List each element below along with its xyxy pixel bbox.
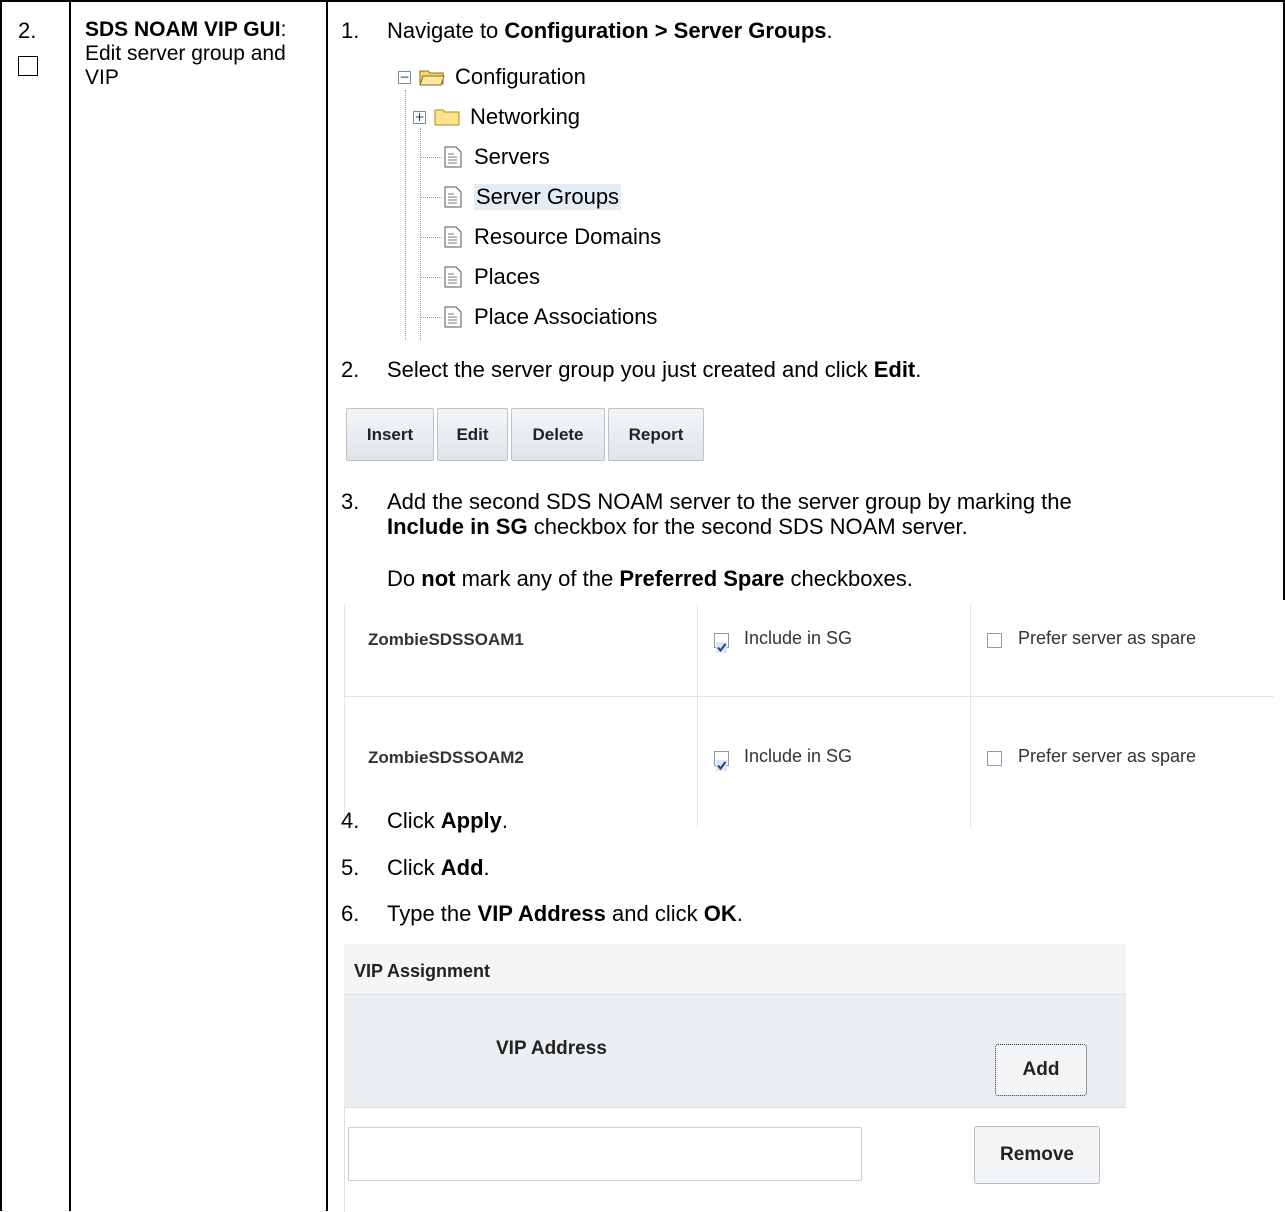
note-preferred-spare: Do not mark any of the Preferred Spare c…: [387, 566, 913, 591]
page-icon: [444, 226, 462, 248]
include-in-sg-label: Include in SG: [744, 628, 853, 648]
include-in-sg-checkbox[interactable]: [714, 633, 729, 653]
expand-icon[interactable]: +: [413, 110, 426, 124]
edit-button[interactable]: Edit: [437, 408, 508, 461]
open-folder-icon: [419, 70, 445, 86]
page-icon: [444, 146, 462, 168]
instruction-5: 5. Click Add.: [341, 855, 490, 880]
column-divider-1: [69, 0, 71, 1211]
tree-label-configuration: Configuration: [455, 64, 586, 89]
instruction-6: 6. Type the VIP Address and click OK.: [341, 901, 743, 926]
step-title: SDS NOAM VIP GUI: Edit server group and …: [85, 18, 287, 89]
prefer-spare-label: Prefer server as spare: [1018, 746, 1197, 766]
tree-item-place-associations[interactable]: Place Associations: [444, 302, 657, 332]
prefer-spare-label: Prefer server as spare: [1018, 628, 1197, 648]
report-button[interactable]: Report: [608, 408, 704, 461]
tree-item-networking[interactable]: + Networking: [413, 102, 580, 132]
page-icon: [444, 306, 462, 328]
page-icon: [444, 186, 462, 208]
instruction-2: 2. Select the server group you just creat…: [341, 357, 922, 382]
step-number: 2.: [18, 18, 37, 43]
table-top-border: [0, 0, 1285, 2]
table-left-border: [0, 0, 2, 1211]
step-checkbox[interactable]: [18, 56, 38, 76]
vip-assignment-panel: VIP Assignment VIP Address Add Remove: [344, 944, 1126, 1212]
instruction-3: 3. Add the second SDS NOAM server to the …: [341, 489, 1072, 514]
tree-item-places[interactable]: Places: [444, 262, 540, 292]
tree-label-selected: Server Groups: [474, 184, 622, 210]
page-icon: [444, 266, 462, 288]
insert-button[interactable]: Insert: [346, 408, 434, 461]
prefer-spare-checkbox[interactable]: [987, 751, 1002, 766]
tree-item-server-groups[interactable]: Server Groups: [444, 182, 622, 212]
add-button[interactable]: Add: [995, 1044, 1087, 1096]
instruction-3-line2: Include in SG checkbox for the second SD…: [387, 514, 968, 539]
checkmark-icon: [716, 642, 727, 653]
remove-button[interactable]: Remove: [974, 1126, 1100, 1184]
tree-label: Place Associations: [474, 304, 658, 329]
collapse-icon[interactable]: −: [398, 70, 411, 84]
include-in-sg-checkbox[interactable]: [714, 751, 729, 771]
prefer-spare-checkbox[interactable]: [987, 633, 1002, 648]
tree-label: Servers: [474, 144, 550, 169]
tree-item-servers[interactable]: Servers: [444, 142, 550, 172]
instruction-1: 1. Navigate to Configuration > Server Gro…: [341, 18, 833, 43]
server-group-panel: ZombieSDSSOAM1 Include in SG Prefer serv…: [344, 604, 1274, 828]
checkmark-icon: [716, 760, 727, 771]
include-in-sg-label: Include in SG: [744, 746, 853, 766]
tree-label: Places: [474, 264, 541, 289]
folder-icon: [434, 109, 460, 126]
tree-label: Resource Domains: [474, 224, 662, 249]
instruction-4: 4. Click Apply.: [341, 808, 509, 833]
vip-assignment-header: VIP Assignment: [354, 961, 491, 981]
tree-item-resource-domains[interactable]: Resource Domains: [444, 222, 661, 252]
vip-address-input[interactable]: [348, 1127, 862, 1181]
tree-item-configuration[interactable]: − Configuration: [398, 62, 586, 92]
server-name: ZombieSDSSOAM2: [368, 748, 524, 767]
delete-button[interactable]: Delete: [511, 408, 605, 461]
column-divider-2: [326, 0, 328, 1211]
vip-address-column: VIP Address: [496, 1038, 607, 1059]
server-name: ZombieSDSSOAM1: [368, 630, 524, 649]
tree-label: Networking: [470, 104, 581, 129]
